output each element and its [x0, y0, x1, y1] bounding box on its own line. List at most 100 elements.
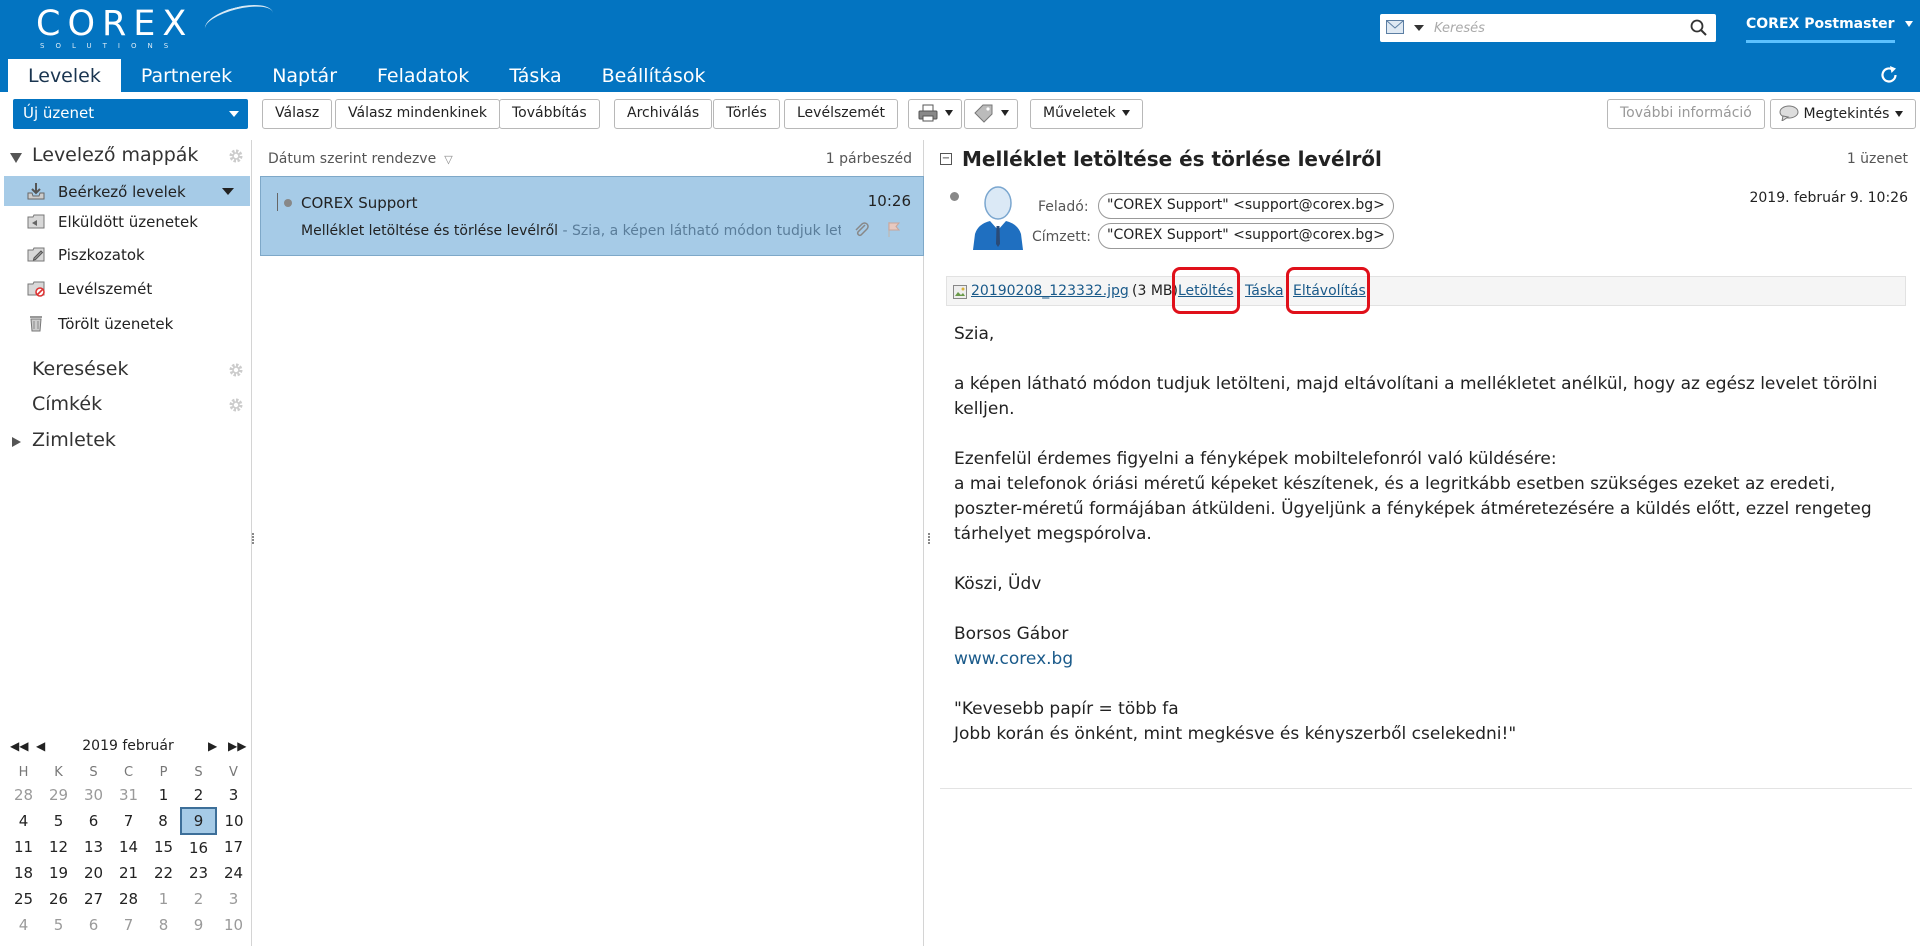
- tab-contacts[interactable]: Partnerek: [121, 59, 252, 92]
- search-type-caret-icon[interactable]: [1414, 25, 1424, 31]
- calendar-day[interactable]: 6: [76, 808, 111, 834]
- tab-mail[interactable]: Levelek: [8, 59, 121, 92]
- new-message-button[interactable]: Új üzenet: [13, 99, 248, 129]
- read-status-icon[interactable]: [950, 192, 959, 201]
- searches-header[interactable]: Keresések: [0, 358, 252, 388]
- attachment-filename[interactable]: 20190208_123332.jpg: [971, 283, 1129, 299]
- calendar-day[interactable]: 22: [146, 860, 181, 886]
- calendar-day[interactable]: 11: [6, 834, 41, 860]
- calendar-day[interactable]: 26: [41, 886, 76, 912]
- reply-all-button[interactable]: Válasz mindenkinek: [335, 99, 500, 129]
- sidebar-item-inbox[interactable]: Beérkező levelek: [4, 176, 250, 206]
- view-menu-button[interactable]: Megtekintés: [1770, 99, 1917, 129]
- calendar-day[interactable]: 18: [6, 860, 41, 886]
- print-menu-button[interactable]: [908, 99, 962, 129]
- calendar-day[interactable]: 4: [6, 808, 41, 834]
- spam-button[interactable]: Levélszemét: [784, 99, 898, 129]
- sort-filter-icon[interactable]: ▽: [444, 153, 452, 166]
- calendar-day[interactable]: 29: [41, 782, 76, 808]
- refresh-icon[interactable]: [1878, 64, 1900, 86]
- calendar-day[interactable]: 6: [76, 912, 111, 938]
- prev-year-icon[interactable]: ◀◀: [10, 739, 28, 753]
- calendar-day-today[interactable]: 9: [180, 807, 217, 835]
- briefcase-link[interactable]: Táska: [1245, 283, 1284, 299]
- mail-folders-header[interactable]: Levelező mappák: [0, 144, 252, 174]
- search-icon[interactable]: [1690, 19, 1708, 37]
- archive-button[interactable]: Archiválás: [614, 99, 713, 129]
- signature-link[interactable]: www.corex.bg: [954, 649, 1073, 669]
- calendar-day[interactable]: 12: [41, 834, 76, 860]
- calendar-day[interactable]: 14: [111, 834, 146, 860]
- calendar-day[interactable]: 30: [76, 782, 111, 808]
- calendar-day[interactable]: 8: [146, 808, 181, 834]
- calendar-day[interactable]: 17: [216, 834, 251, 860]
- sidebar-item-trash[interactable]: Törölt üzenetek: [4, 308, 250, 338]
- calendar-day[interactable]: 4: [6, 912, 41, 938]
- calendar-day[interactable]: 9: [181, 912, 216, 938]
- zimlets-header[interactable]: Zimletek: [0, 429, 252, 459]
- search-input[interactable]: [1434, 17, 1674, 39]
- gear-icon[interactable]: [228, 148, 244, 164]
- calendar-day[interactable]: 3: [216, 886, 251, 912]
- calendar-day[interactable]: 2: [181, 886, 216, 912]
- reply-button[interactable]: Válasz: [262, 99, 333, 129]
- gear-icon[interactable]: [228, 397, 244, 413]
- from-address-chip[interactable]: "COREX Support" <support@corex.bg>: [1098, 193, 1394, 219]
- calendar-day[interactable]: 24: [216, 860, 251, 886]
- calendar-day[interactable]: 23: [181, 860, 216, 886]
- flag-icon[interactable]: [887, 221, 901, 237]
- expand-triangle-icon[interactable]: [10, 153, 22, 163]
- tag-menu-button[interactable]: [964, 99, 1018, 129]
- actions-menu-button[interactable]: Műveletek: [1030, 99, 1143, 129]
- calendar-day[interactable]: 15: [146, 834, 181, 860]
- sidebar-item-spam[interactable]: Levélszemét: [4, 273, 250, 303]
- calendar-month-title[interactable]: 2019 február: [80, 738, 176, 754]
- tab-calendar[interactable]: Naptár: [252, 59, 357, 92]
- next-month-icon[interactable]: ▶: [208, 739, 217, 753]
- expand-triangle-icon[interactable]: [12, 437, 21, 447]
- calendar-day[interactable]: 10: [216, 808, 251, 834]
- tab-tasks[interactable]: Feladatok: [357, 59, 489, 92]
- more-info-button[interactable]: További információ: [1607, 99, 1765, 129]
- tab-preferences[interactable]: Beállítások: [582, 59, 726, 92]
- calendar-day[interactable]: 5: [41, 912, 76, 938]
- pane-splitter[interactable]: [250, 532, 256, 552]
- calendar-day[interactable]: 1: [146, 782, 181, 808]
- tags-header[interactable]: Címkék: [0, 393, 252, 423]
- calendar-day[interactable]: 7: [111, 912, 146, 938]
- tab-briefcase[interactable]: Táska: [489, 59, 581, 92]
- to-address-chip[interactable]: "COREX Support" <support@corex.bg>: [1098, 223, 1394, 249]
- calendar-day[interactable]: 5: [41, 808, 76, 834]
- delete-button[interactable]: Törlés: [713, 99, 780, 129]
- mail-icon[interactable]: [1386, 20, 1404, 34]
- sidebar-item-sent[interactable]: Elküldött üzenetek: [4, 206, 250, 236]
- calendar-day[interactable]: 31: [111, 782, 146, 808]
- read-status-icon[interactable]: [284, 199, 292, 207]
- calendar-day[interactable]: 13: [76, 834, 111, 860]
- calendar-day[interactable]: 21: [111, 860, 146, 886]
- sidebar-item-drafts[interactable]: Piszkozatok: [4, 239, 250, 269]
- calendar-day[interactable]: 27: [76, 886, 111, 912]
- calendar-day[interactable]: 1: [146, 886, 181, 912]
- chevron-down-icon[interactable]: [229, 111, 239, 117]
- prev-month-icon[interactable]: ◀: [36, 739, 45, 753]
- sort-label[interactable]: Dátum szerint rendezve: [268, 151, 436, 167]
- calendar-day[interactable]: 28: [111, 886, 146, 912]
- chevron-down-icon[interactable]: [222, 188, 234, 195]
- calendar-day[interactable]: 20: [76, 860, 111, 886]
- calendar-day[interactable]: 7: [111, 808, 146, 834]
- calendar-day[interactable]: 25: [6, 886, 41, 912]
- gear-icon[interactable]: [228, 362, 244, 378]
- calendar-day[interactable]: 3: [216, 782, 251, 808]
- user-menu[interactable]: COREX Postmaster: [1746, 16, 1913, 46]
- collapse-icon[interactable]: −: [940, 153, 952, 165]
- calendar-day[interactable]: 19: [41, 860, 76, 886]
- calendar-day[interactable]: 8: [146, 912, 181, 938]
- list-item[interactable]: COREX Support 10:26 Melléklet letöltése …: [260, 176, 924, 256]
- calendar-day[interactable]: 2: [181, 782, 216, 808]
- calendar-day[interactable]: 10: [216, 912, 251, 938]
- forward-button[interactable]: Továbbítás: [499, 99, 600, 129]
- next-year-icon[interactable]: ▶▶: [228, 739, 246, 753]
- calendar-day[interactable]: 28: [6, 782, 41, 808]
- calendar-day[interactable]: 16: [181, 834, 216, 860]
